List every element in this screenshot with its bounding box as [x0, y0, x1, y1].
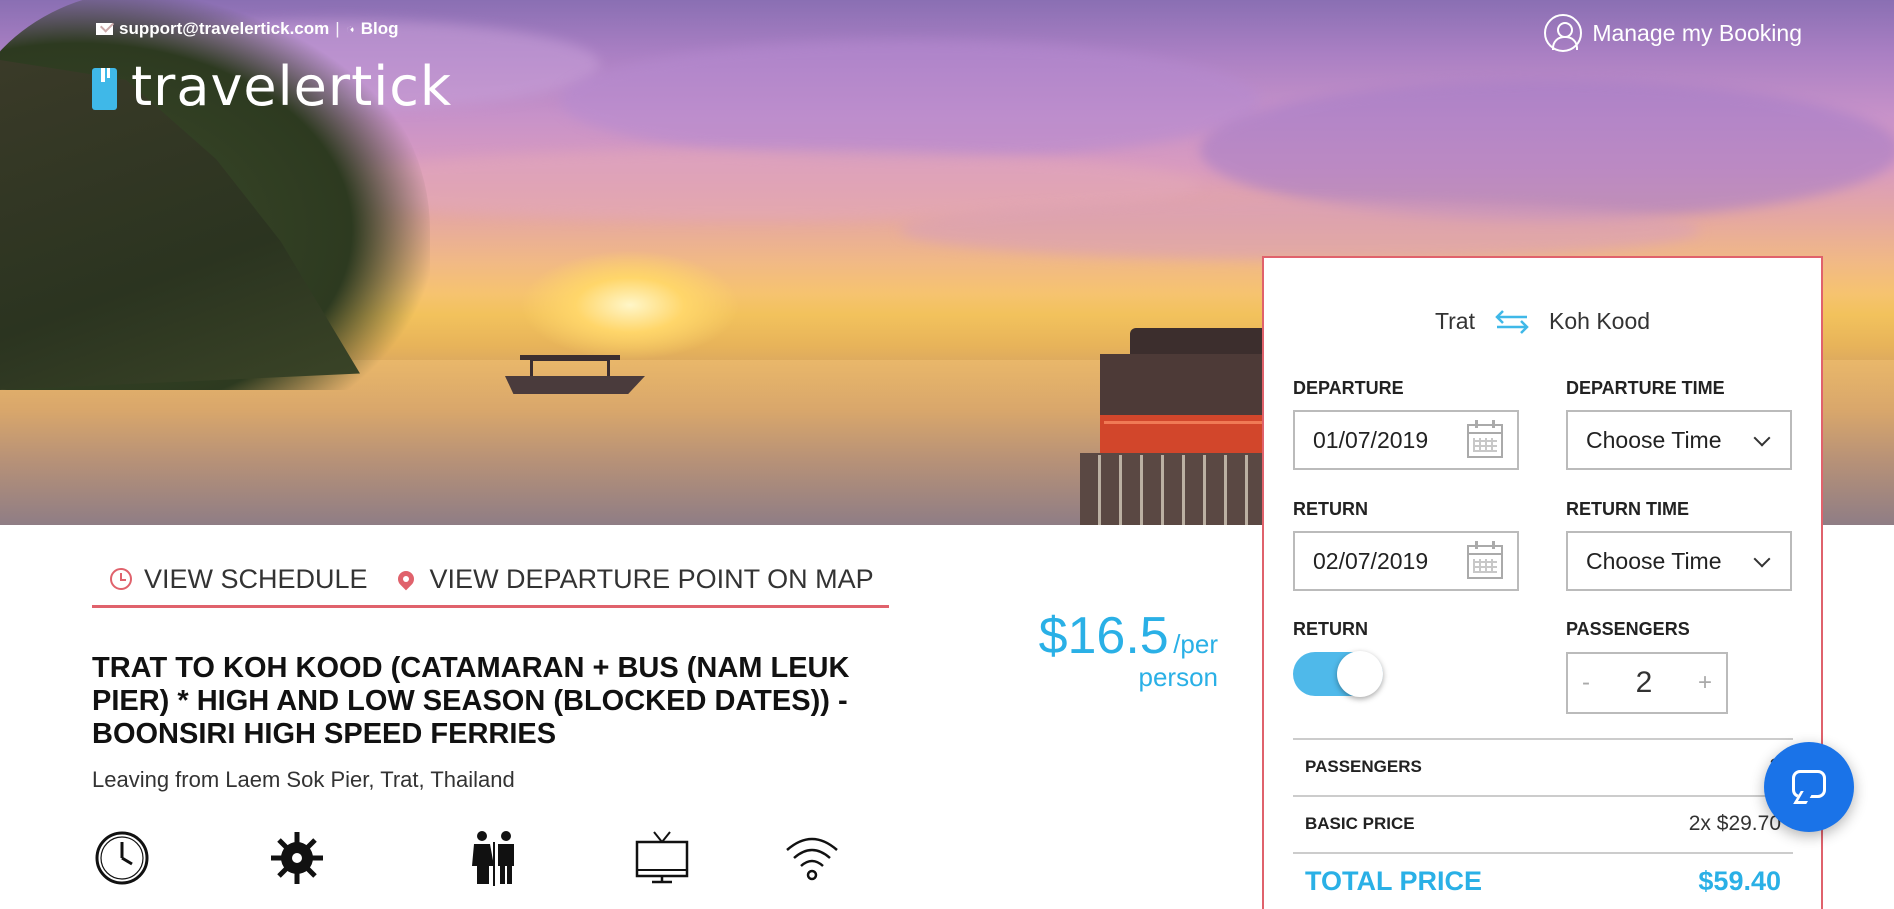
view-map-tab[interactable]: VIEW DEPARTURE POINT ON MAP [394, 564, 874, 595]
booking-panel: Trat Koh Kood DEPARTURE DEPARTURE TIME 0… [1262, 256, 1823, 909]
return-toggle-label: RETURN [1293, 619, 1368, 639]
return-toggle[interactable] [1293, 651, 1383, 697]
return-time-value: Choose Time [1586, 547, 1722, 574]
passengers-label: PASSENGERS [1566, 619, 1690, 639]
topbar: support@travelertick.com | ◔ Blog [96, 19, 399, 39]
small-boat [505, 348, 645, 394]
decrement-button[interactable]: - [1582, 669, 1590, 697]
blog-link[interactable]: Blog [361, 19, 399, 39]
view-schedule-label: VIEW SCHEDULE [144, 563, 368, 594]
view-map-label: VIEW DEPARTURE POINT ON MAP [429, 563, 874, 594]
chevron-down-icon [1753, 429, 1771, 447]
return-label: RETURN [1293, 499, 1368, 519]
return-date-field[interactable]: 02/07/2019 [1293, 531, 1519, 591]
passengers-value: 2 [1635, 666, 1653, 699]
departure-time-value: Choose Time [1586, 426, 1722, 453]
route: Trat Koh Kood [1264, 308, 1821, 335]
ferry-boat [1040, 320, 1280, 525]
chat-icon [1792, 770, 1826, 798]
logo-text: travelertick [131, 55, 453, 118]
chevron-down-icon [1753, 550, 1771, 568]
wifi-icon [786, 837, 838, 881]
price-per: /per [1173, 629, 1218, 659]
clock-icon [95, 831, 149, 885]
calendar-icon [1467, 541, 1503, 579]
manage-booking-link[interactable]: Manage my Booking [1544, 14, 1802, 52]
sun [520, 250, 740, 360]
basic-price-value: 2x $29.70 [1688, 812, 1781, 835]
mail-icon [96, 23, 113, 35]
departure-time-label: DEPARTURE TIME [1566, 378, 1725, 398]
calendar-icon [1467, 420, 1503, 458]
map-pin-icon [394, 567, 417, 591]
passengers-stepper: - 2 + [1566, 652, 1728, 714]
trip-title: TRAT TO KOH KOOD (CATAMARAN + BUS (NAM L… [92, 652, 850, 750]
price-per-person: $16.5 /per person [1030, 606, 1218, 693]
basic-price-label: BASIC PRICE [1305, 814, 1415, 833]
topbar-separator: | [335, 19, 340, 38]
tv-icon [635, 831, 689, 884]
summary-total-row: TOTAL PRICE $59.40 [1293, 852, 1793, 908]
leaving-from: Leaving from Laem Sok Pier, Trat, Thaila… [92, 767, 515, 792]
toggle-knob [1337, 651, 1383, 697]
departure-date-value: 01/07/2019 [1313, 426, 1429, 453]
support-email-link[interactable]: support@travelertick.com [119, 19, 329, 39]
departure-time-select[interactable]: Choose Time [1566, 410, 1792, 470]
summary-basic-row: BASIC PRICE 2x $29.70 [1293, 795, 1793, 851]
return-date-value: 02/07/2019 [1313, 547, 1429, 574]
route-from: Trat [1434, 308, 1475, 334]
price-person: person [1138, 662, 1219, 692]
toilet-icon [472, 831, 514, 886]
return-time-select[interactable]: Choose Time [1566, 531, 1792, 591]
info-tabs: VIEW SCHEDULE VIEW DEPARTURE POINT ON MA… [92, 553, 889, 608]
increment-button[interactable]: + [1698, 669, 1712, 697]
air-conditioning-icon [271, 832, 323, 884]
total-price-label: TOTAL PRICE [1305, 865, 1483, 896]
rss-icon: ◔ [341, 19, 360, 39]
summary-passengers-row: PASSENGERS 2 [1293, 738, 1793, 794]
departure-label: DEPARTURE [1293, 378, 1404, 398]
logo[interactable]: travelertick [92, 60, 452, 114]
total-price-value: $59.40 [1698, 865, 1781, 896]
view-schedule-tab[interactable]: VIEW SCHEDULE [110, 564, 368, 595]
departure-date-field[interactable]: 01/07/2019 [1293, 410, 1519, 470]
amenities [92, 828, 852, 898]
logo-mark-icon [92, 68, 117, 110]
manage-booking-label: Manage my Booking [1592, 19, 1802, 46]
return-time-label: RETURN TIME [1566, 499, 1689, 519]
price-amount: $16.5 [1038, 607, 1169, 665]
route-to: Koh Kood [1549, 308, 1651, 334]
user-icon [1544, 14, 1583, 52]
clock-icon [110, 568, 132, 590]
swap-route-icon[interactable] [1493, 309, 1531, 335]
summary-passengers-label: PASSENGERS [1305, 757, 1422, 776]
chat-button[interactable] [1764, 742, 1854, 832]
